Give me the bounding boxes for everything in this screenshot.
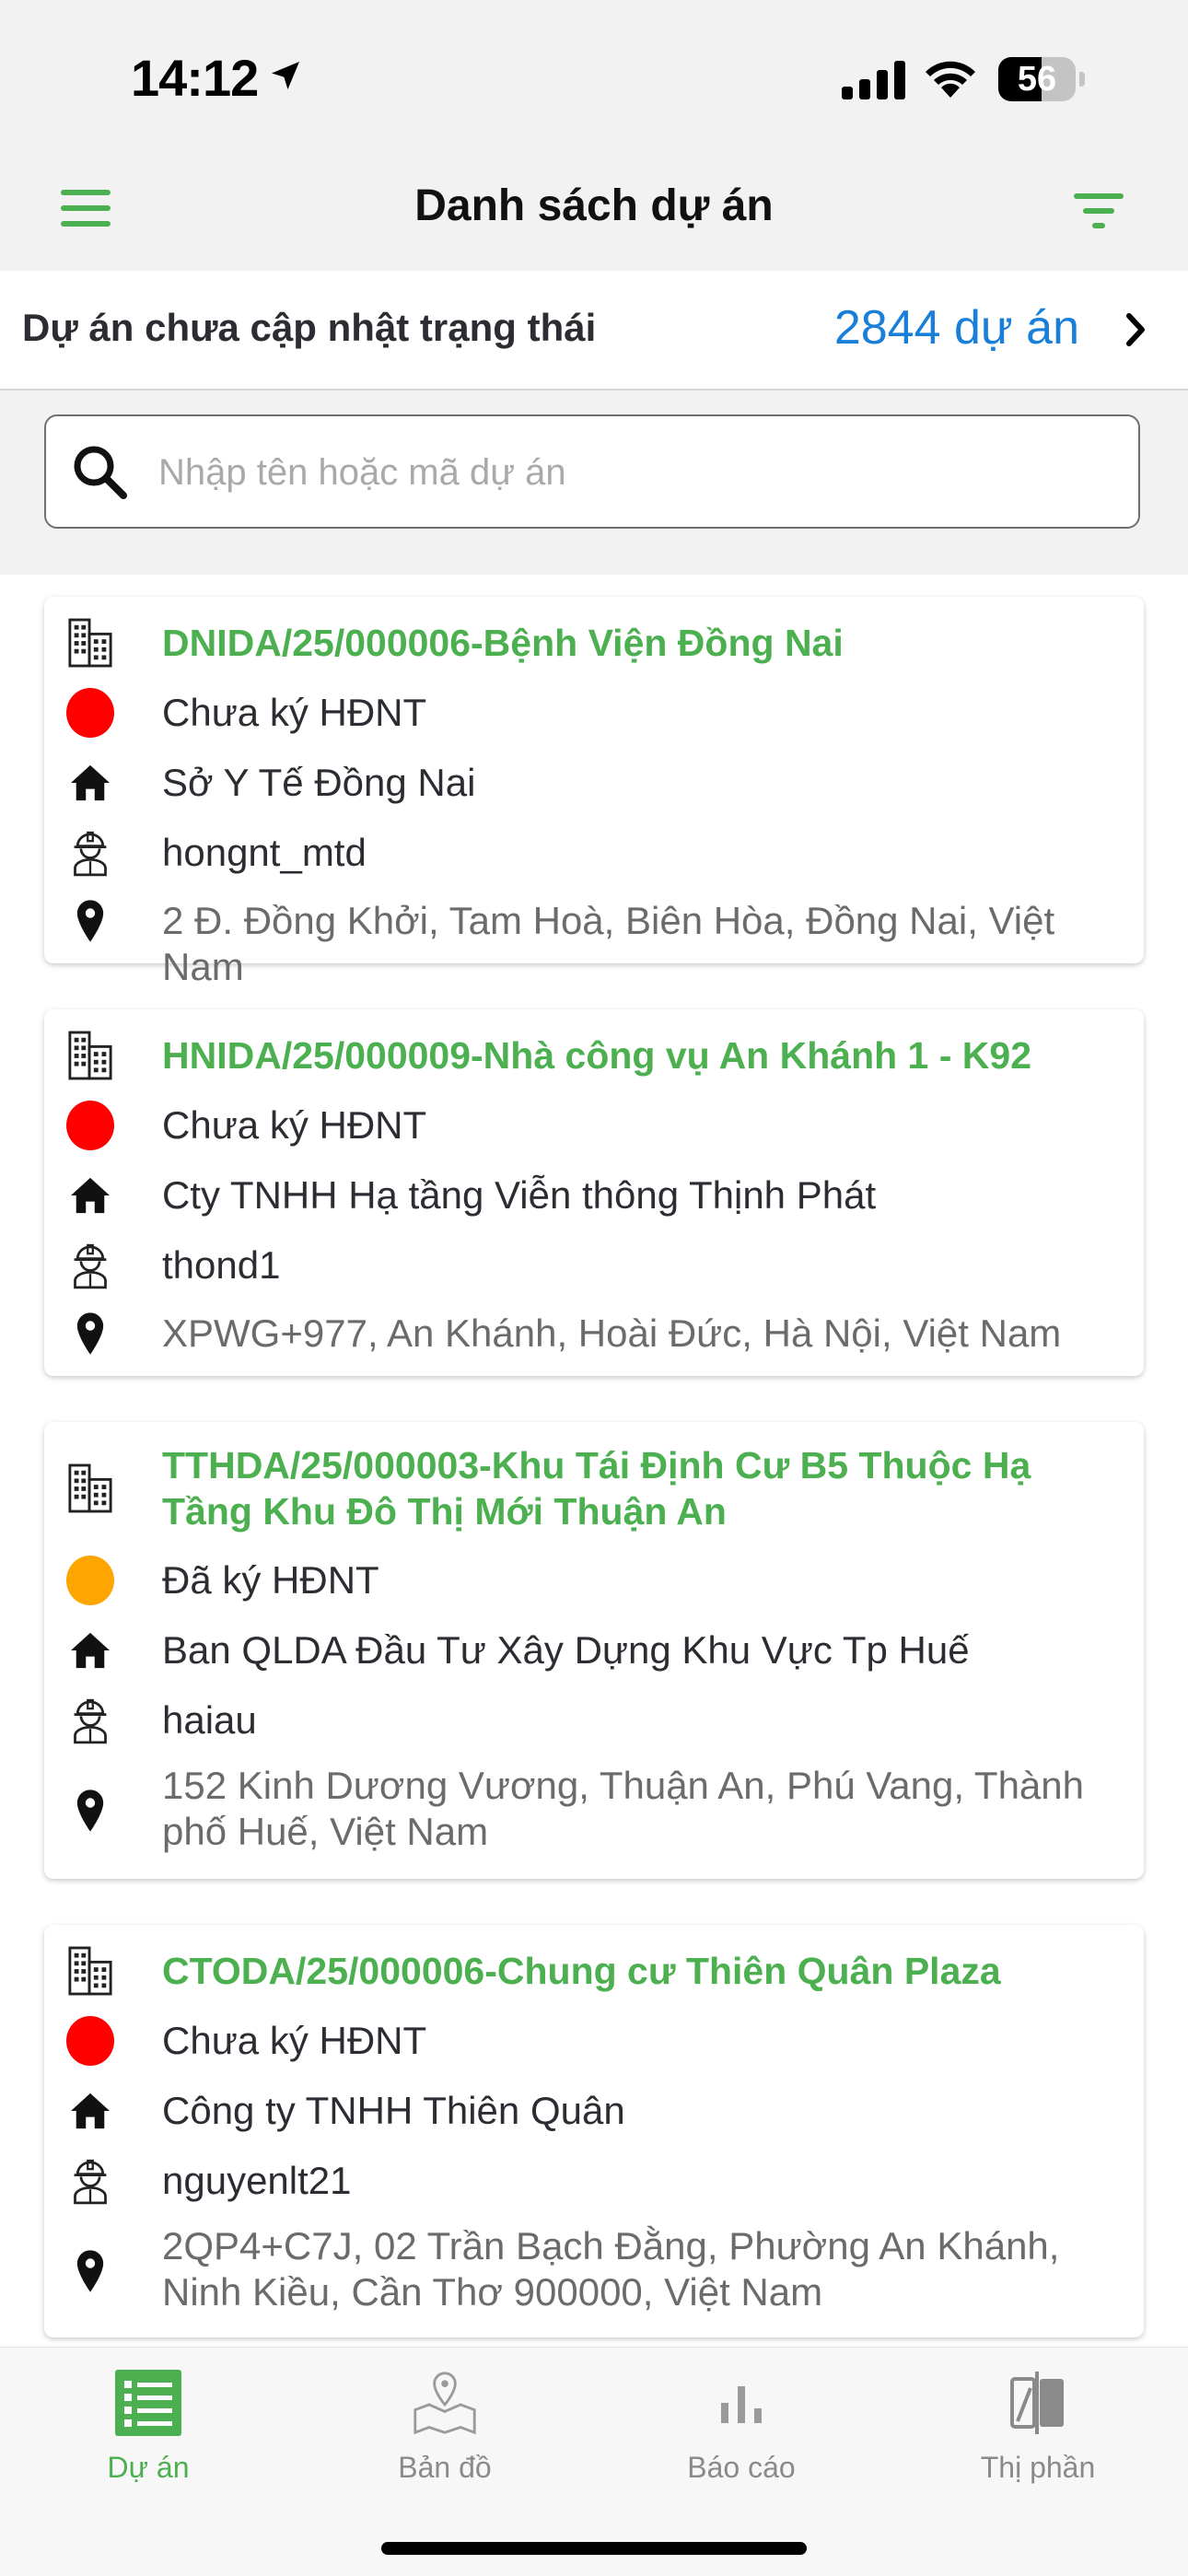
project-title: CTODA/25/000006-Chung cư Thiên Quân Plaz… — [162, 1950, 1001, 1992]
status-dot-icon — [66, 2013, 114, 2069]
status-dot-icon — [66, 1553, 114, 1608]
project-address: 152 Kinh Dương Vương, Thuận An, Phú Vang… — [162, 1764, 1085, 1853]
project-address: XPWG+977, An Khánh, Hoài Đức, Hà Nội, Vi… — [162, 1311, 1062, 1355]
status-dot-icon — [66, 685, 114, 740]
tab-label: Báo cáo — [687, 2451, 796, 2484]
page-title: Danh sách dự án — [414, 181, 774, 230]
pending-status-label: Dự án chưa cập nhật trạng thái — [22, 306, 597, 349]
project-title: DNIDA/25/000006-Bệnh Viện Đồng Nai — [162, 622, 844, 664]
map-icon — [412, 2370, 478, 2436]
building-icon — [66, 617, 114, 669]
project-status: Chưa ký HĐNT — [162, 691, 427, 734]
search-icon — [72, 444, 129, 506]
home-icon — [66, 761, 114, 805]
project-title: HNIDA/25/000009-Nhà công vụ An Khánh 1 -… — [162, 1034, 1032, 1077]
worker-icon — [66, 1238, 114, 1293]
status-dot — [66, 688, 114, 738]
pending-status-row[interactable]: Dự án chưa cập nhật trạng thái 2844 dự á… — [0, 271, 1188, 390]
location-pin-icon — [66, 1310, 114, 1358]
tab-ban-do[interactable]: Bản đồ — [297, 2348, 593, 2513]
home-indicator — [381, 2542, 807, 2555]
tab-label: Dự án — [107, 2451, 190, 2484]
project-card[interactable]: CTODA/25/000006-Chung cư Thiên Quân Plaz… — [44, 1925, 1144, 2337]
project-user: nguyenlt21 — [162, 2159, 352, 2202]
project-organization: Cty TNHH Hạ tầng Viễn thông Thịnh Phát — [162, 1173, 877, 1217]
status-dot — [66, 1101, 114, 1150]
project-status: Đã ký HĐNT — [162, 1558, 379, 1602]
location-pin-icon — [66, 1787, 114, 1835]
project-address: 2 Đ. Đồng Khởi, Tam Hoà, Biên Hòa, Đồng … — [162, 899, 1055, 988]
worker-icon — [66, 825, 114, 880]
market-share-icon — [1005, 2370, 1071, 2436]
home-icon — [66, 2089, 114, 2133]
status-dot — [66, 2016, 114, 2066]
project-card[interactable]: DNIDA/25/000006-Bệnh Viện Đồng Nai Chưa … — [44, 597, 1144, 988]
home-icon — [66, 1628, 114, 1673]
project-user: hongnt_mtd — [162, 831, 367, 874]
location-pin-icon — [66, 2247, 114, 2295]
location-pin-icon — [66, 897, 114, 945]
project-card[interactable]: HNIDA/25/000009-Nhà công vụ An Khánh 1 -… — [44, 1009, 1144, 1376]
tab-thi-phan[interactable]: Thị phần — [890, 2348, 1186, 2513]
project-address: 2QP4+C7J, 02 Trần Bạch Đằng, Phường An K… — [162, 2224, 1060, 2314]
battery-icon: 56 — [998, 57, 1085, 101]
status-dot-icon — [66, 1098, 114, 1153]
status-dot — [66, 1556, 114, 1605]
project-list-icon — [115, 2370, 181, 2436]
search-area — [0, 390, 1188, 575]
tab-du-an[interactable]: Dự án — [0, 2348, 297, 2513]
report-chart-icon — [708, 2370, 775, 2436]
project-organization: Công ty TNHH Thiên Quân — [162, 2089, 625, 2132]
pending-count-link[interactable]: 2844 dự án — [834, 300, 1079, 356]
project-card[interactable]: TTHDA/25/000003-Khu Tái Định Cư B5 Thuộc… — [44, 1422, 1144, 1879]
tab-bao-cao[interactable]: Báo cáo — [593, 2348, 890, 2513]
search-box[interactable] — [44, 414, 1140, 529]
building-icon — [66, 1945, 114, 1997]
chevron-right-icon — [1122, 311, 1149, 353]
cellular-signal-icon — [842, 61, 906, 104]
nav-bar: Danh sách dự án — [0, 147, 1188, 271]
location-arrow-icon — [267, 57, 304, 99]
wifi-icon — [921, 55, 980, 104]
tab-label: Thị phần — [980, 2451, 1096, 2484]
battery-percent: 56 — [1017, 60, 1057, 99]
project-status: Chưa ký HĐNT — [162, 1103, 427, 1147]
project-organization: Sở Y Tế Đồng Nai — [162, 761, 476, 804]
project-title: TTHDA/25/000003-Khu Tái Định Cư B5 Thuộc… — [162, 1444, 1031, 1533]
project-user: haiau — [162, 1698, 257, 1742]
tab-label: Bản đồ — [398, 2451, 492, 2484]
project-status: Chưa ký HĐNT — [162, 2019, 427, 2062]
project-organization: Ban QLDA Đầu Tư Xây Dựng Khu Vực Tp Huế — [162, 1628, 970, 1672]
building-icon — [66, 1463, 114, 1514]
filter-icon[interactable] — [1072, 188, 1127, 234]
status-bar: 14:12 56 — [0, 0, 1188, 147]
building-icon — [66, 1030, 114, 1081]
project-user: thond1 — [162, 1243, 281, 1287]
worker-icon — [66, 1693, 114, 1748]
status-time: 14:12 — [131, 49, 259, 107]
search-input[interactable] — [157, 438, 1118, 507]
home-icon — [66, 1173, 114, 1218]
worker-icon — [66, 2153, 114, 2209]
